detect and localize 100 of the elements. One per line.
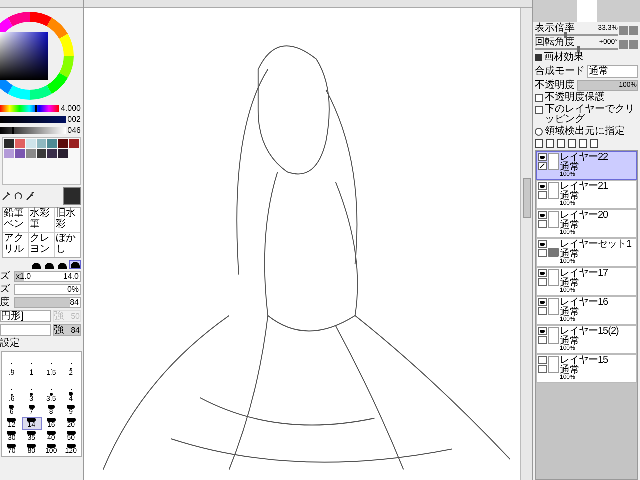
color-swatch[interactable] <box>47 139 58 148</box>
brush-tool[interactable]: 水彩筆 <box>29 208 54 232</box>
layer-name: レイヤー17 <box>560 269 608 279</box>
opacity-label: 不透明度 <box>535 80 575 91</box>
color-swatch[interactable] <box>36 139 46 148</box>
setting-slider[interactable]: 84 <box>14 297 81 308</box>
layer-thumbnail <box>548 298 559 315</box>
color-swatch[interactable] <box>58 139 68 148</box>
edit-toggle[interactable] <box>538 191 547 199</box>
blend-label: 合成モード <box>535 66 585 77</box>
layer-mode: 通常 <box>560 308 581 317</box>
visibility-toggle[interactable] <box>538 269 547 277</box>
layer-name: レイヤー21 <box>560 182 608 192</box>
color-swatch[interactable] <box>14 139 25 148</box>
color-swatch[interactable] <box>36 149 46 158</box>
strength-field[interactable]: 強 84 <box>53 324 81 336</box>
vertical-scrollbar[interactable] <box>520 8 532 480</box>
layer-thumbnail <box>548 356 559 373</box>
layer-mode: 通常 <box>560 337 581 346</box>
section-title: 画材効果 <box>544 52 584 63</box>
lasso-icon[interactable] <box>14 192 23 200</box>
brush-tool[interactable]: 鉛筆ペン <box>3 208 28 232</box>
setting-value: 14.0 <box>63 272 79 280</box>
shape-dropdown[interactable]: 円形] <box>0 310 51 322</box>
checkbox[interactable] <box>535 106 543 114</box>
primary-color[interactable] <box>63 187 81 205</box>
slider-thumb[interactable] <box>12 127 14 134</box>
option-label: 不透明度保護 <box>545 93 605 103</box>
edit-toggle[interactable] <box>538 220 547 228</box>
layer-thumbnail <box>548 211 559 228</box>
layer-mode: 通常 <box>560 221 581 230</box>
color-swatch[interactable] <box>14 149 25 158</box>
visibility-toggle[interactable] <box>538 211 547 219</box>
layer-name: レイヤー16 <box>560 298 608 308</box>
layer-mode: 通常 <box>560 250 581 259</box>
edit-toggle[interactable] <box>538 365 547 373</box>
color-swatch[interactable] <box>4 149 14 158</box>
edit-toggle[interactable] <box>538 249 547 257</box>
visibility-toggle[interactable] <box>538 153 547 161</box>
visibility-toggle[interactable] <box>538 240 547 248</box>
edit-toggle[interactable] <box>538 278 547 286</box>
layer-thumbnail <box>548 269 559 286</box>
layer-name: レイヤー20 <box>560 211 608 221</box>
brush-tool[interactable]: アクリル <box>3 233 28 257</box>
folder-icon <box>548 248 559 257</box>
slider-value: 046 <box>68 126 81 135</box>
brush-tip-option[interactable] <box>69 260 81 269</box>
color-slider[interactable] <box>0 116 66 123</box>
color-slider[interactable] <box>0 127 66 134</box>
magic-wand-icon[interactable] <box>2 192 11 200</box>
color-swatch[interactable] <box>26 139 36 148</box>
navigator-label: 回転角度 <box>535 38 575 48</box>
visibility-toggle[interactable] <box>538 182 547 190</box>
brush-tool[interactable]: ぼかし <box>55 233 80 257</box>
checkbox[interactable] <box>535 94 543 102</box>
brush-tool[interactable]: クレヨン <box>29 233 54 257</box>
brush-tool[interactable]: 旧水彩 <box>55 208 80 232</box>
layer-thumbnail <box>548 327 559 344</box>
layer-mode: 通常 <box>560 366 581 375</box>
color-swatch[interactable] <box>4 139 14 148</box>
layer-name: レイヤー15 <box>560 356 608 366</box>
eyedropper-icon[interactable] <box>26 192 35 200</box>
layer-mode: 通常 <box>560 163 581 172</box>
radio-button[interactable] <box>535 128 543 136</box>
option-label: 下のレイヤーでクリッピング <box>545 105 636 125</box>
slider-value: 4.000 <box>60 104 81 113</box>
color-swatch[interactable] <box>47 149 58 158</box>
setting-slider[interactable]: 0% <box>14 284 81 295</box>
size-multiplier: x1.0 <box>16 272 32 280</box>
visibility-toggle[interactable] <box>538 298 547 306</box>
setting-value: 0% <box>67 286 79 294</box>
setting-value: 84 <box>70 298 79 306</box>
layer-thumbnail <box>548 182 559 199</box>
edit-toggle[interactable] <box>538 336 547 344</box>
slider-thumb[interactable] <box>564 32 568 38</box>
slider-value: 002 <box>68 115 81 124</box>
layer-mode: 通常 <box>560 192 581 201</box>
color-swatch[interactable] <box>26 149 36 158</box>
slider-thumb[interactable] <box>35 105 38 112</box>
setting-label: ズ <box>0 271 11 282</box>
setting-label: 度 <box>0 297 11 308</box>
layer-name: レイヤー22 <box>560 153 608 163</box>
layer-mode: 通常 <box>560 279 581 288</box>
visibility-toggle[interactable] <box>538 327 547 335</box>
setting-slider[interactable]: x1.0 14.0 <box>14 271 81 282</box>
layer-name: レイヤー15(2) <box>560 327 619 337</box>
setting-label: ズ <box>0 284 11 295</box>
blend-dropdown[interactable]: 通常 <box>587 65 638 78</box>
layer-thumbnail <box>548 153 559 170</box>
section-title: 設定 <box>0 338 21 349</box>
slider-thumb[interactable] <box>576 46 580 52</box>
color-swatch[interactable] <box>58 149 68 158</box>
navigator-label: 表示倍率 <box>535 24 575 34</box>
color-slider[interactable] <box>0 105 59 112</box>
edit-toggle[interactable] <box>538 162 547 170</box>
option-label: 領域検出元に指定 <box>545 127 625 137</box>
edit-toggle[interactable] <box>538 307 547 315</box>
visibility-toggle[interactable] <box>538 356 547 364</box>
layer-name: レイヤーセット1 <box>560 240 632 250</box>
color-swatch[interactable] <box>69 139 79 148</box>
